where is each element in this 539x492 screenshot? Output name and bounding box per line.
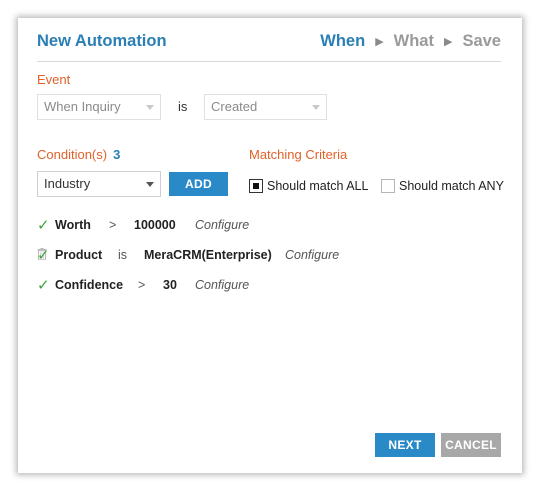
matching-criteria-label: Matching Criteria (249, 147, 348, 162)
configure-link[interactable]: Configure (195, 278, 249, 292)
condition-field-value: Industry (44, 176, 91, 191)
step-arrow-icon: ▶ (443, 36, 453, 48)
event-label: Event (37, 72, 71, 87)
dialog-title: New Automation (37, 32, 167, 50)
configure-link[interactable]: Configure (285, 248, 339, 262)
condition-field: Confidence (55, 278, 124, 292)
condition-value: 100000 (134, 218, 176, 232)
event-is-text: is (178, 99, 188, 114)
configure-link[interactable]: Configure (195, 218, 249, 232)
conditions-count: 3 (113, 147, 121, 162)
condition-field: Product (55, 248, 103, 262)
event-trigger-select[interactable]: When Inquiry (37, 94, 161, 120)
condition-row: ✓ Worth > 100000 Configure (37, 217, 437, 236)
conditions-label: Condition(s) 3 (37, 147, 120, 162)
step-when[interactable]: When (320, 32, 365, 51)
condition-operator: is (118, 248, 128, 262)
step-arrow-icon: ▶ (375, 36, 384, 48)
step-what[interactable]: What (394, 32, 434, 51)
condition-field: Worth (55, 218, 91, 232)
dialog-header: New Automation When ▶ What ▶ Save (37, 32, 501, 62)
step-indicator: When ▶ What ▶ Save (320, 32, 501, 51)
check-icon: ✓ (37, 247, 50, 264)
conditions-label-text: Condition(s) (37, 147, 108, 162)
check-icon: ✓ (37, 217, 50, 234)
event-trigger-value: When Inquiry (44, 99, 121, 114)
match-all-checkbox[interactable] (249, 179, 263, 193)
event-state-select[interactable]: Created (204, 94, 327, 120)
cancel-button[interactable]: CANCEL (441, 433, 501, 457)
condition-field-select[interactable]: Industry (37, 171, 161, 197)
condition-value: MeraCRM(Enterprise) (144, 248, 272, 262)
condition-operator: > (109, 218, 117, 232)
condition-row: ✓ Confidence > 30 Configure (37, 277, 437, 296)
event-state-value: Created (211, 99, 258, 114)
condition-operator: > (138, 278, 146, 292)
match-all-label[interactable]: Should match ALL (267, 179, 368, 193)
chevron-down-icon (146, 182, 154, 187)
condition-value: 30 (163, 278, 177, 292)
chevron-down-icon (146, 105, 154, 110)
check-icon: ✓ (37, 277, 50, 294)
add-condition-button[interactable]: ADD (169, 172, 228, 196)
chevron-down-icon (312, 105, 320, 110)
step-save[interactable]: Save (462, 32, 501, 51)
new-automation-dialog: New Automation When ▶ What ▶ Save Event … (18, 18, 522, 473)
next-button[interactable]: NEXT (375, 433, 435, 457)
match-any-checkbox[interactable] (381, 179, 395, 193)
condition-row: ✓ Product is MeraCRM(Enterprise) Configu… (37, 247, 437, 266)
match-any-label[interactable]: Should match ANY (399, 179, 504, 193)
